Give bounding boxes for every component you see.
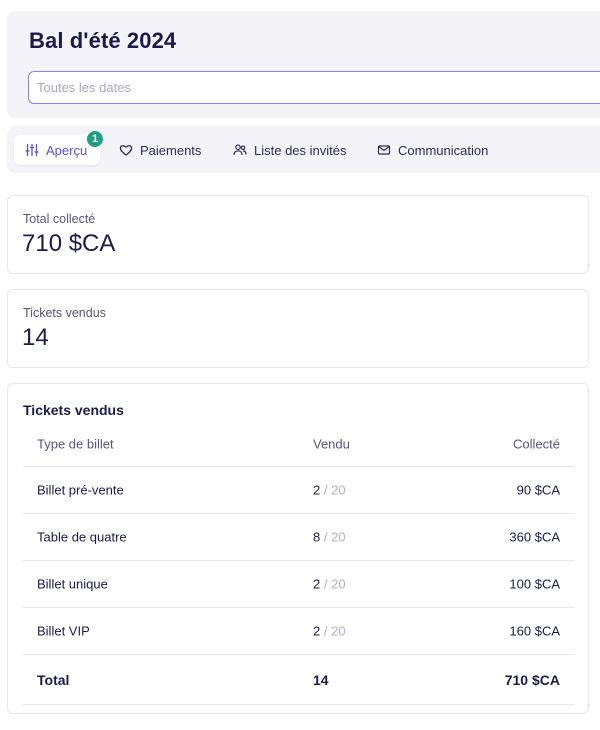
table-row: Billet unique 2 / 20 100 $CA <box>23 561 574 608</box>
ticket-type: Billet unique <box>37 576 108 592</box>
tab-paiements[interactable]: Paiements <box>119 135 201 165</box>
tab-liste-invites[interactable]: Liste des invités <box>233 135 347 165</box>
sold-capacity: / 20 <box>323 623 346 639</box>
tab-communication[interactable]: Communication <box>377 135 488 165</box>
tab-label: Communication <box>398 142 489 158</box>
total-sold: 14 <box>313 671 329 688</box>
sold-count: 2 <box>313 482 321 498</box>
ticket-collected: 100 $CA <box>509 576 560 592</box>
tickets-table-card: Tickets vendus Type de billet Vendu Coll… <box>7 383 589 714</box>
tab-label: Aperçu <box>46 142 88 158</box>
users-icon <box>233 144 247 156</box>
tab-bar: Aperçu 1 Paiements Liste des invités Com… <box>7 126 600 173</box>
sold-capacity: / 20 <box>323 529 346 545</box>
ticket-sold: 2 / 20 <box>313 483 346 498</box>
column-header-type: Type de billet <box>37 436 114 452</box>
table-row: Billet pré-vente 2 / 20 90 $CA <box>23 467 574 514</box>
event-header: Bal d'été 2024 <box>7 11 600 118</box>
ticket-collected: 360 $CA <box>509 529 560 545</box>
mail-icon <box>377 145 391 155</box>
stat-value: 14 <box>22 324 49 351</box>
sold-capacity: / 20 <box>323 482 346 498</box>
ticket-type: Billet VIP <box>37 623 90 639</box>
ticket-type: Table de quatre <box>37 529 127 545</box>
stat-label: Tickets vendus <box>23 306 106 320</box>
column-header-collected: Collecté <box>513 436 560 452</box>
sold-count: 2 <box>313 623 321 639</box>
sold-count: 8 <box>313 529 321 545</box>
notification-badge: 1 <box>86 130 104 148</box>
page-title: Bal d'été 2024 <box>29 28 177 53</box>
column-header-sold: Vendu <box>313 436 350 452</box>
table-row: Billet VIP 2 / 20 160 $CA <box>23 608 574 655</box>
total-label: Total <box>37 671 70 688</box>
stat-value: 710 $CA <box>22 230 116 257</box>
ticket-sold: 2 / 20 <box>313 624 346 639</box>
total-collected: 710 $CA <box>504 671 560 688</box>
ticket-sold: 8 / 20 <box>313 530 346 545</box>
tab-label: Paiements <box>140 142 202 158</box>
total-collected-card: Total collecté 710 $CA <box>7 195 589 274</box>
ticket-type: Billet pré-vente <box>37 482 124 498</box>
table-header-row: Type de billet Vendu Collecté <box>23 422 574 467</box>
heart-icon <box>119 145 133 156</box>
sliders-icon <box>25 143 39 157</box>
tickets-sold-card: Tickets vendus 14 <box>7 289 589 368</box>
tickets-table: Type de billet Vendu Collecté Billet pré… <box>23 422 574 705</box>
sold-count: 2 <box>313 576 321 592</box>
ticket-collected: 90 $CA <box>516 482 560 498</box>
stat-label: Total collecté <box>23 212 96 226</box>
table-total-row: Total 14 710 $CA <box>23 655 574 705</box>
table-row: Table de quatre 8 / 20 360 $CA <box>23 514 574 561</box>
sold-capacity: / 20 <box>323 576 346 592</box>
ticket-sold: 2 / 20 <box>313 577 346 592</box>
table-title: Tickets vendus <box>23 402 124 418</box>
ticket-collected: 160 $CA <box>509 623 560 639</box>
tab-label: Liste des invités <box>254 142 347 158</box>
date-filter-input[interactable] <box>28 71 600 104</box>
